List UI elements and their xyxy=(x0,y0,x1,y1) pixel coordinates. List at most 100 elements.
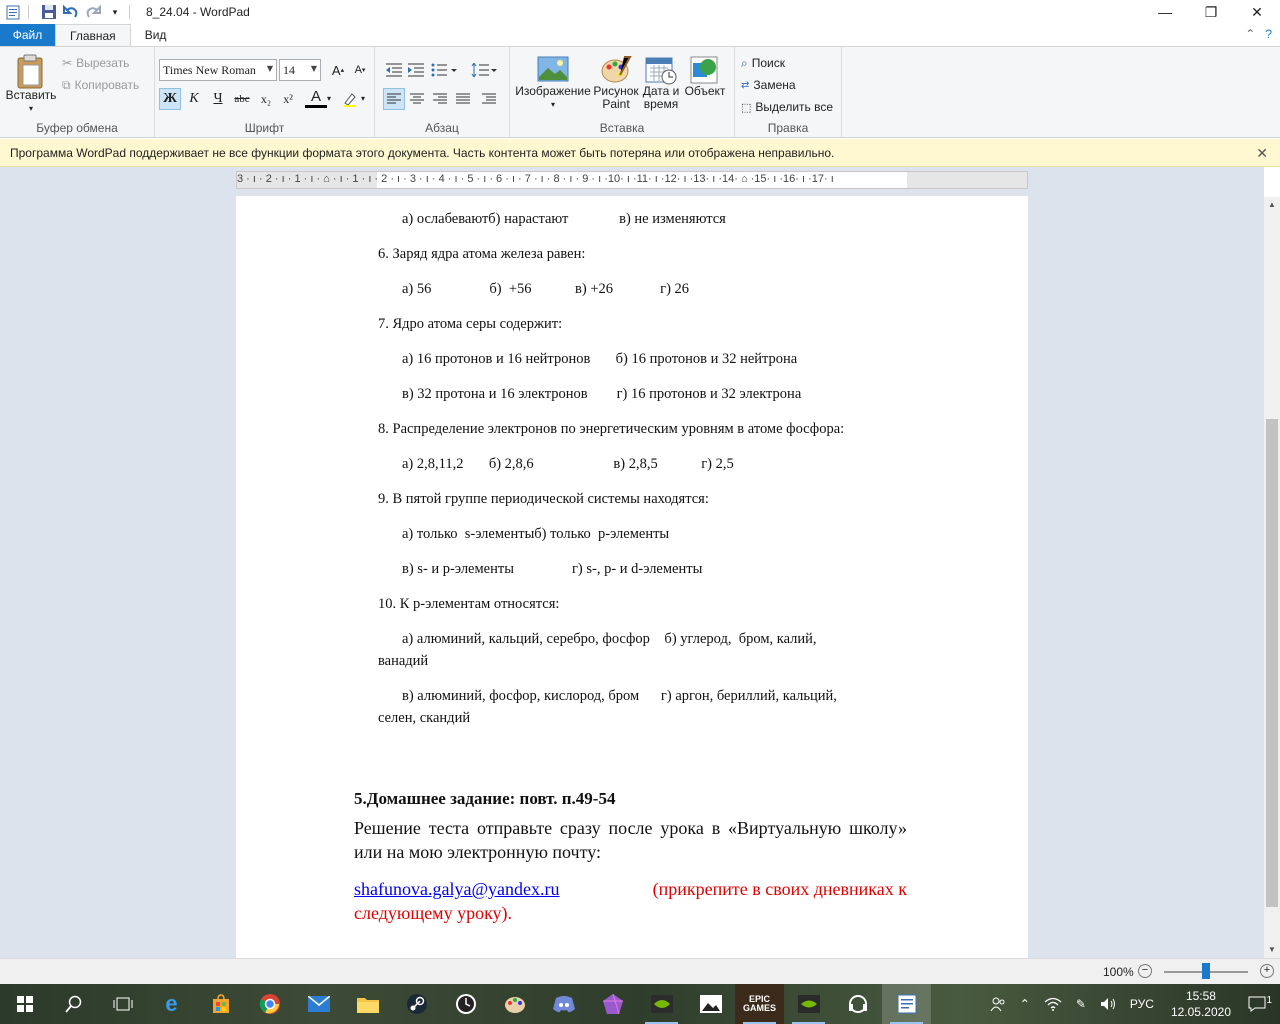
customize-quick-access-icon[interactable]: ▾ xyxy=(107,4,123,20)
network-icon[interactable] xyxy=(1037,984,1069,1024)
paste-button[interactable]: Вставить ▾ xyxy=(6,53,56,115)
ruler[interactable]: 3 · ı · 2 · ı · 1 · ı · ⌂ · ı · 1 · ı · … xyxy=(236,171,1028,189)
tab-view[interactable]: Вид xyxy=(131,24,181,46)
italic-button[interactable]: К xyxy=(183,88,205,110)
people-icon[interactable] xyxy=(983,984,1013,1024)
minimize-button[interactable]: — xyxy=(1142,0,1188,24)
select-all-button[interactable]: ⬚ Выделить все xyxy=(741,97,833,117)
task-view-button[interactable] xyxy=(98,984,147,1024)
doc-line: а) 2,8,11,2 б) 2,8,6 в) 2,8,5 г) 2,5 xyxy=(402,456,734,472)
align-left-button[interactable] xyxy=(383,88,405,110)
save-icon[interactable] xyxy=(41,4,57,20)
strikethrough-button[interactable]: abc xyxy=(231,88,253,110)
tab-file[interactable]: Файл xyxy=(0,24,55,46)
increase-indent-button[interactable] xyxy=(405,59,427,81)
scroll-down-icon[interactable]: ▼ xyxy=(1264,942,1280,958)
start-button[interactable] xyxy=(0,984,49,1024)
doc-line: а) только s-элементыб) только p-элементы xyxy=(402,526,670,542)
scrollbar-thumb[interactable] xyxy=(1266,419,1278,907)
collapse-ribbon-icon[interactable]: ⌃ xyxy=(1245,27,1255,41)
store-taskbar-item[interactable] xyxy=(196,984,245,1024)
image-icon xyxy=(537,56,569,82)
font-size-select[interactable]: 14 ▼ xyxy=(279,59,321,81)
align-center-button[interactable] xyxy=(406,88,428,110)
action-center-button[interactable]: 1 xyxy=(1241,984,1280,1024)
help-icon[interactable]: ? xyxy=(1265,27,1272,41)
copy-button[interactable]: ⧉ Копировать xyxy=(62,75,139,95)
undo-icon[interactable] xyxy=(63,4,79,20)
scroll-up-icon[interactable]: ▲ xyxy=(1264,197,1280,213)
email-link[interactable]: shafunova.galya@yandex.ru xyxy=(354,879,560,899)
volume-icon[interactable] xyxy=(1093,984,1123,1024)
insert-paint-button[interactable]: Рисунок Paint xyxy=(593,55,639,111)
explorer-taskbar-item[interactable] xyxy=(343,984,392,1024)
zoom-slider-thumb[interactable] xyxy=(1202,963,1210,979)
zoom-in-button[interactable]: + xyxy=(1260,964,1274,978)
store-icon xyxy=(212,994,229,1013)
insert-object-button[interactable]: Объект xyxy=(682,55,728,98)
steam-taskbar-item[interactable] xyxy=(392,984,441,1024)
font-color-dropdown-icon[interactable]: ▾ xyxy=(327,94,331,103)
highlight-dropdown-icon[interactable]: ▾ xyxy=(361,94,365,103)
bullets-button[interactable] xyxy=(429,59,459,81)
insert-datetime-button[interactable]: Дата и время xyxy=(640,55,682,111)
paragraph-settings-button[interactable] xyxy=(478,88,500,110)
shrink-font-button[interactable]: A ▾ xyxy=(349,59,371,81)
geforce-taskbar-item[interactable] xyxy=(784,984,833,1024)
pen-ink-icon[interactable]: ✎ xyxy=(1069,984,1093,1024)
epic-games-taskbar-item[interactable]: EPIC GAMES xyxy=(735,984,784,1024)
window-title: 8_24.04 - WordPad xyxy=(146,5,250,19)
chrome-taskbar-item[interactable] xyxy=(245,984,294,1024)
highlight-button[interactable] xyxy=(339,88,361,110)
show-hidden-icons-icon[interactable]: ⌃ xyxy=(1013,984,1037,1024)
taskbar-clock[interactable]: 15:58 12.05.2020 xyxy=(1161,988,1241,1020)
nvidia-icon xyxy=(650,995,673,1013)
gem-app-taskbar-item[interactable] xyxy=(588,984,637,1024)
paint-palette-icon xyxy=(601,56,632,83)
bold-button[interactable]: Ж xyxy=(159,88,181,110)
find-button[interactable]: ⌕ Поиск xyxy=(741,53,785,73)
paste-dropdown-icon[interactable]: ▾ xyxy=(29,102,33,115)
paint-taskbar-item[interactable] xyxy=(490,984,539,1024)
homework-title: 5.Домашнее задание: повт. п.49-54 xyxy=(354,789,616,808)
font-color-button[interactable]: A xyxy=(305,88,327,108)
align-right-button[interactable] xyxy=(429,88,451,110)
tab-home[interactable]: Главная xyxy=(55,24,131,46)
decrease-indent-button[interactable] xyxy=(383,59,405,81)
notification-icon xyxy=(1248,996,1266,1012)
zoom-out-button[interactable]: − xyxy=(1138,964,1152,978)
image-dropdown-icon[interactable]: ▾ xyxy=(551,98,555,111)
clock-app-taskbar-item[interactable] xyxy=(441,984,490,1024)
doc-line: в) 32 протона и 16 электронов г) 16 прот… xyxy=(402,386,802,402)
chevron-down-icon: ▼ xyxy=(310,64,317,73)
nvidia-taskbar-item[interactable] xyxy=(637,984,686,1024)
justify-button[interactable] xyxy=(452,88,474,110)
close-button[interactable]: ✕ xyxy=(1234,0,1280,24)
document-page[interactable]: а) ослабеваютб) нарастают в) не изменяют… xyxy=(236,196,1028,958)
replace-button[interactable]: ⇄ Замена xyxy=(741,75,796,95)
search-button[interactable] xyxy=(49,984,98,1024)
superscript-button[interactable]: x² xyxy=(277,88,299,110)
line-spacing-button[interactable] xyxy=(469,59,499,81)
edge-taskbar-item[interactable]: e xyxy=(147,984,196,1024)
underline-button[interactable]: Ч xyxy=(207,88,229,110)
input-language[interactable]: РУС xyxy=(1123,984,1161,1024)
font-family-select[interactable]: Times New Roman ▼ xyxy=(159,59,277,81)
cut-button[interactable]: ✂ Вырезать xyxy=(62,53,129,73)
infobar-close-button[interactable]: ✕ xyxy=(1256,145,1268,162)
vertical-scrollbar[interactable]: ▲ ▼ xyxy=(1264,197,1280,958)
insert-image-button[interactable]: Изображение ▾ xyxy=(514,55,592,111)
grow-font-button[interactable]: A ▴ xyxy=(327,59,349,81)
redo-icon[interactable] xyxy=(85,4,101,20)
discord-taskbar-item[interactable] xyxy=(539,984,588,1024)
subscript-button[interactable]: x₂ xyxy=(255,88,277,110)
wordpad-app-icon[interactable] xyxy=(6,4,22,20)
headset-icon xyxy=(848,995,867,1013)
maximize-button[interactable]: ❐ xyxy=(1188,0,1234,24)
photos-taskbar-item[interactable] xyxy=(686,984,735,1024)
wordpad-taskbar-item[interactable] xyxy=(882,984,931,1024)
chevron-down-icon: ▼ xyxy=(266,64,273,73)
mail-taskbar-item[interactable] xyxy=(294,984,343,1024)
edge-icon: e xyxy=(165,991,178,1016)
app-taskbar-item[interactable] xyxy=(833,984,882,1024)
